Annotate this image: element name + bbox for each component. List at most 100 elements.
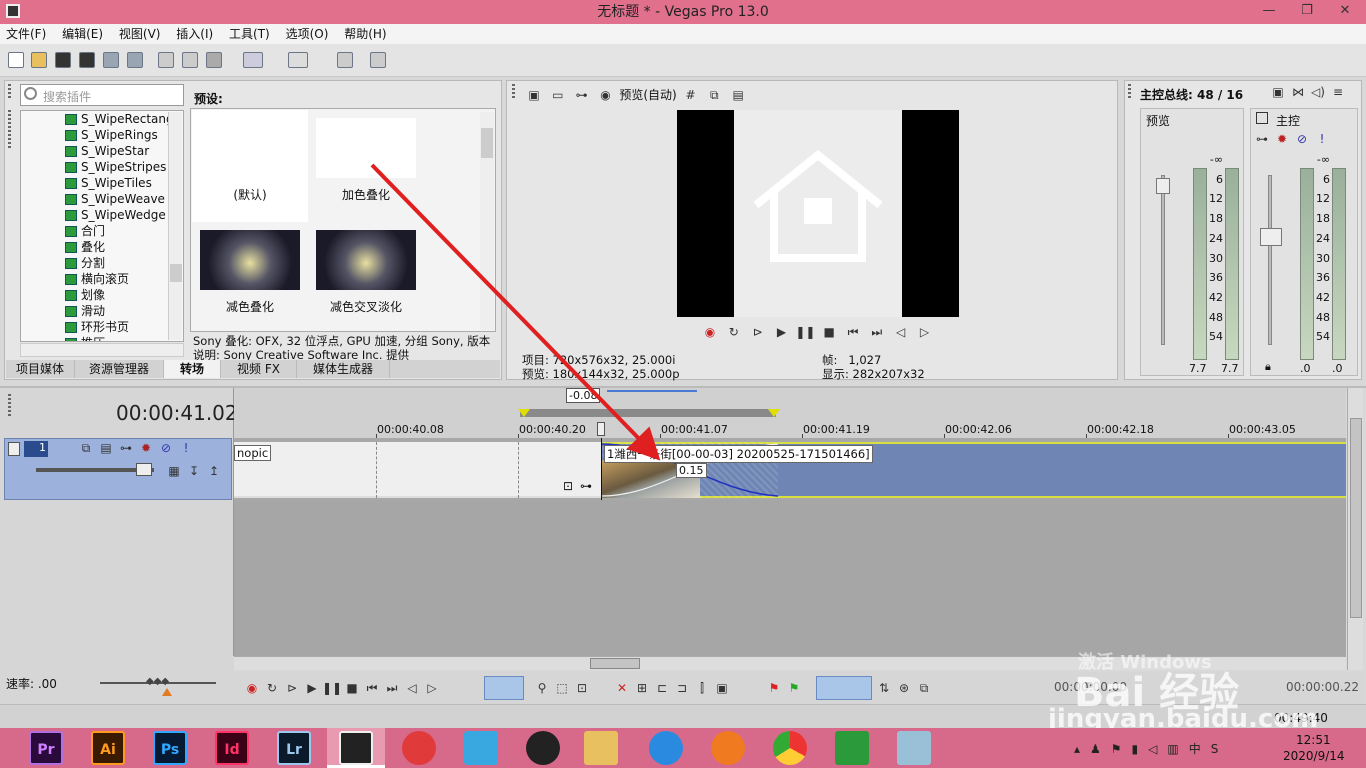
tab-project-media[interactable]: 项目媒体 [6, 360, 76, 378]
tree-item[interactable]: 环形书页 [21, 319, 183, 335]
marker-icon[interactable]: ⚑ [764, 680, 784, 696]
mute-icon[interactable]: ⊘ [1292, 131, 1312, 147]
zoom-tool-icon[interactable]: ⊡ [572, 680, 592, 696]
close-button[interactable]: ✕ [1326, 0, 1364, 24]
preset-additive-dissolve[interactable] [316, 118, 416, 178]
menu-edit[interactable]: 编辑(E) [56, 24, 109, 44]
tree-scrollbar[interactable] [168, 112, 182, 340]
lock-icon[interactable]: 🔒︎ [1265, 360, 1271, 374]
taskbar-lightroom[interactable]: Lr [277, 731, 311, 765]
grid-icon[interactable]: # [681, 87, 701, 103]
taskbar-app-icon[interactable] [897, 731, 931, 765]
track-solo-icon[interactable]: ! [176, 440, 196, 456]
panel-grip[interactable] [8, 84, 11, 98]
tree-item[interactable]: 分割 [21, 255, 183, 271]
edit-tool-button[interactable] [484, 676, 524, 700]
app-icon[interactable] [6, 4, 20, 18]
open-folder-icon[interactable] [31, 52, 47, 68]
trim-end-icon[interactable]: ⊐ [672, 680, 692, 696]
presets-scrollbar[interactable] [480, 112, 494, 330]
tree-item[interactable]: 横向滚页 [21, 271, 183, 287]
go-start-icon[interactable]: ⏮ [362, 680, 382, 696]
taskbar-app-icon[interactable] [464, 731, 498, 765]
track-compositing-icon[interactable]: ▤ [96, 440, 116, 456]
undo-icon[interactable] [243, 52, 263, 68]
taskbar-app-icon[interactable] [711, 731, 745, 765]
auto-ripple-icon[interactable]: ⇅ [874, 680, 894, 696]
search-input[interactable]: 搜索插件 [20, 84, 184, 106]
tab-media-generators[interactable]: 媒体生成器 [297, 360, 391, 378]
prev-frame-icon[interactable]: ◁ [891, 324, 911, 340]
play-icon[interactable]: ▶ [302, 680, 322, 696]
delete-icon[interactable]: ✕ [612, 680, 632, 696]
taskbar-app-icon[interactable] [649, 731, 683, 765]
fx-gear-icon[interactable]: ✹ [1272, 131, 1292, 147]
stop-icon[interactable]: ■ [819, 324, 839, 340]
save-as-icon[interactable] [79, 52, 95, 68]
go-end-icon[interactable]: ⏭ [867, 324, 887, 340]
crop-icon[interactable]: ⊡ [563, 479, 573, 493]
cut-icon[interactable] [158, 52, 174, 68]
pause-icon[interactable]: ❚❚ [795, 324, 815, 340]
properties-icon[interactable] [127, 52, 143, 68]
clock-date[interactable]: 2020/9/14 [1283, 749, 1345, 763]
tree-item[interactable]: S_WipeWeave [21, 191, 183, 207]
redo-icon[interactable] [288, 52, 308, 68]
taskbar-indesign[interactable]: Id [215, 731, 249, 765]
tree-item[interactable]: 合门 [21, 223, 183, 239]
mixer-menu-icon[interactable]: ≡ [1328, 84, 1348, 100]
track-level-slider[interactable] [36, 463, 154, 476]
pause-icon[interactable]: ❚❚ [322, 680, 342, 696]
stop-icon[interactable]: ■ [342, 680, 362, 696]
prev-frame-icon[interactable]: ◁ [402, 680, 422, 696]
next-frame-icon[interactable]: ▷ [422, 680, 442, 696]
tab-video-fx[interactable]: 视频 FX [221, 360, 297, 378]
maximize-button[interactable]: ❐ [1288, 0, 1326, 24]
trim-icon[interactable]: ⊞ [632, 680, 652, 696]
help-pointer-icon[interactable] [370, 52, 386, 68]
loop-icon[interactable]: ↻ [724, 324, 744, 340]
selection-tool-icon[interactable]: ⬚ [552, 680, 572, 696]
new-file-icon[interactable] [8, 52, 24, 68]
loop-end-marker[interactable] [768, 409, 780, 417]
taskbar-explorer-icon[interactable] [584, 731, 618, 765]
tree-item[interactable]: 划像 [21, 287, 183, 303]
minimize-button[interactable]: — [1250, 0, 1288, 24]
panel-grip[interactable] [1128, 84, 1131, 98]
track-fx-icon[interactable]: ✹ [136, 440, 156, 456]
clip-nopic[interactable] [234, 442, 602, 498]
taskbar-photoshop[interactable]: Ps [153, 731, 187, 765]
playhead-marker[interactable] [597, 422, 605, 436]
paste-icon[interactable] [206, 52, 222, 68]
tab-explorer[interactable]: 资源管理器 [75, 360, 165, 378]
save-icon[interactable] [55, 52, 71, 68]
event-pan-icon[interactable]: ⊶ [580, 479, 592, 493]
master-strip-icon[interactable] [1256, 112, 1268, 124]
record-icon[interactable]: ◉ [700, 324, 720, 340]
tree-hscrollbar[interactable] [20, 343, 184, 357]
play-icon[interactable]: ▶ [771, 324, 791, 340]
master-fader[interactable] [1260, 175, 1282, 345]
region-icon[interactable]: ⚑ [784, 680, 804, 696]
preview-quality-icon[interactable]: ◉ [595, 87, 615, 103]
menu-file[interactable]: 文件(F) [0, 24, 52, 44]
track-expand-icon[interactable] [8, 442, 20, 456]
menu-insert[interactable]: 插入(I) [170, 24, 219, 44]
tree-item[interactable]: S_WipeStripes [21, 159, 183, 175]
track-pan-icon[interactable]: ⊶ [116, 440, 136, 456]
play-from-start-icon[interactable]: ⊳ [748, 324, 768, 340]
mixer-properties-icon[interactable]: ▣ [1268, 84, 1288, 100]
track-down-icon[interactable]: ↧ [184, 463, 204, 479]
rate-slider[interactable]: ◆◆◆ [100, 676, 216, 696]
tree-item[interactable]: 推压 [21, 335, 183, 341]
taskbar-app-icon[interactable] [402, 731, 436, 765]
ignore-grouping-icon[interactable]: ⧉ [914, 680, 934, 696]
menu-tools[interactable]: 工具(T) [223, 24, 276, 44]
tree-item[interactable]: S_WipeTiles [21, 175, 183, 191]
split-screen-icon[interactable]: ⊶ [572, 87, 592, 103]
tree-item[interactable]: S_WipeRectang [21, 111, 183, 127]
external-monitor-icon[interactable]: ▭ [548, 87, 568, 103]
lock-envelopes-icon[interactable]: ⊛ [894, 680, 914, 696]
tree-item[interactable]: S_WipeStar [21, 143, 183, 159]
split-icon[interactable]: ⫿ [692, 680, 712, 696]
